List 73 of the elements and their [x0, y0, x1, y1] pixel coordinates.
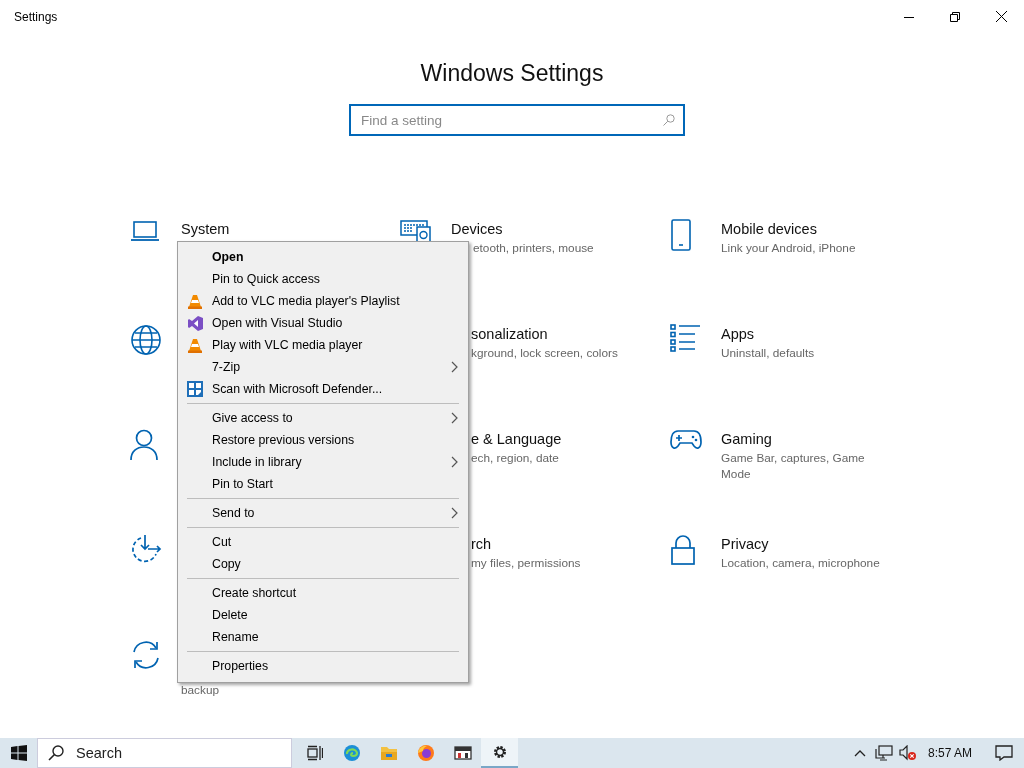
menu-item[interactable]: Copy [178, 553, 468, 575]
timer-icon [130, 534, 162, 564]
windows-logo-icon [10, 745, 27, 761]
menu-item[interactable]: 7-Zip [178, 356, 468, 378]
menu-item[interactable]: Restore previous versions [178, 429, 468, 451]
clock[interactable]: 8:57 AM [927, 746, 972, 760]
tile-title[interactable]: Devices [451, 220, 645, 239]
gamepad-icon [670, 429, 702, 451]
tile-description: etooth, printers, mouse [472, 241, 595, 257]
shield-window-icon [187, 381, 203, 397]
tile-title[interactable]: e & Language [471, 430, 643, 449]
taskbar-search-box[interactable]: Search [37, 738, 292, 768]
laptop-icon [130, 219, 160, 243]
menu-item[interactable]: Play with VLC media player [178, 334, 468, 356]
menu-item[interactable]: Scan with Microsoft Defender... [178, 378, 468, 400]
settings-search-field[interactable]: Find a setting [349, 104, 685, 136]
menu-item[interactable]: Open with Visual Studio [178, 312, 468, 334]
lock-icon [670, 534, 696, 566]
settings-icon [491, 744, 508, 760]
person-icon [130, 429, 158, 461]
tile-description: backup [181, 683, 221, 699]
chevron-right-icon [451, 507, 458, 519]
chevron-right-icon [451, 412, 458, 424]
menu-item[interactable]: Cut [178, 531, 468, 553]
menu-item[interactable]: Pin to Quick access [178, 268, 468, 290]
close-icon [995, 11, 1007, 22]
phone-icon [670, 219, 692, 251]
menu-item[interactable]: Open [178, 246, 468, 268]
traffic-cone-icon [188, 337, 202, 353]
traffic-cone-icon [188, 293, 202, 309]
browser-swirl-icon [342, 744, 361, 762]
tile-title[interactable]: sonalization [471, 325, 643, 344]
menu-item[interactable]: Delete [178, 604, 468, 626]
tile-title[interactable]: Privacy [721, 535, 893, 554]
menu-item[interactable]: Add to VLC media player's Playlist [178, 290, 468, 312]
search-icon [663, 114, 675, 126]
tile-description: my files, permissions [471, 556, 582, 572]
tile-description: Uninstall, defaults [721, 346, 816, 362]
globe-icon [130, 324, 162, 356]
chevron-right-icon [451, 361, 458, 373]
tile-description: Location, camera, microphone [721, 556, 881, 572]
window-app-icon [453, 745, 472, 761]
task-view-icon [306, 745, 323, 761]
menu-item[interactable]: Include in library [178, 451, 468, 473]
tile-title[interactable]: Gaming [721, 430, 893, 449]
tile-description: kground, lock screen, colors [471, 346, 619, 362]
tile-description: ech, region, date [471, 451, 560, 467]
folder-icon [379, 745, 398, 761]
chevron-up-icon [853, 749, 866, 757]
volume-muted-icon [898, 745, 917, 761]
sync-icon [130, 639, 162, 671]
list-icon [670, 324, 702, 352]
tile-title[interactable]: System [181, 220, 230, 239]
taskbar-app[interactable] [481, 738, 518, 768]
fox-globe-icon [416, 744, 435, 762]
network-icon [874, 745, 893, 761]
menu-item[interactable]: Give access to [178, 407, 468, 429]
visual-studio-icon [187, 315, 203, 331]
restore-icon [950, 11, 960, 22]
menu-item[interactable]: Create shortcut [178, 582, 468, 604]
speech-bubble-icon [995, 745, 1013, 761]
window-title: Settings [14, 9, 58, 24]
menu-item[interactable]: Send to [178, 502, 468, 524]
menu-item[interactable]: Properties [178, 655, 468, 677]
tile-description: Link your Android, iPhone [721, 241, 857, 257]
menu-item[interactable]: Rename [178, 626, 468, 648]
page-heading: Windows Settings [420, 59, 604, 88]
tile-description: Game Bar, captures, Game Mode [721, 451, 866, 482]
menu-item[interactable]: Pin to Start [178, 473, 468, 495]
tile-title[interactable]: Apps [721, 325, 893, 344]
chevron-right-icon [451, 456, 458, 468]
tile-title[interactable]: Mobile devices [721, 220, 893, 239]
tile-title[interactable]: rch [471, 535, 643, 554]
